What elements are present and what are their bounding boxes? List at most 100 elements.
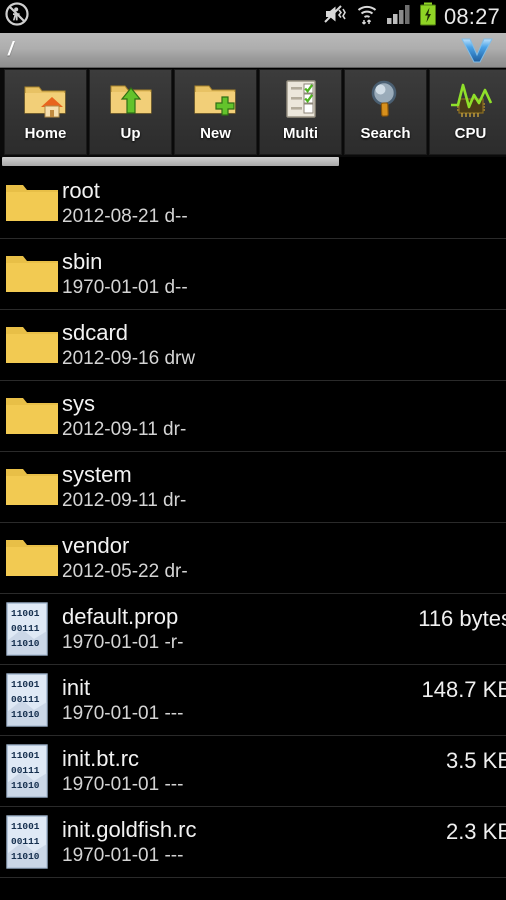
binary-file-icon: 11001 00111 11010	[0, 665, 60, 736]
magnifier-icon	[360, 76, 412, 122]
file-row-text: init 1970-01-01 ---	[60, 674, 421, 726]
file-meta: 2012-09-16 drw	[62, 348, 196, 369]
file-list-row[interactable]: sbin 1970-01-01 d--	[0, 239, 506, 310]
svg-text:11001: 11001	[11, 679, 40, 690]
file-list-row[interactable]: sys 2012-09-11 dr-	[0, 381, 506, 452]
file-name: root	[62, 178, 100, 203]
no-person-prohibited-icon	[4, 1, 30, 32]
file-name: sdcard	[62, 320, 129, 345]
folder-icon	[0, 310, 60, 381]
file-meta: 2012-05-22 dr-	[62, 561, 188, 582]
file-list[interactable]: root 2012-08-21 d-- sbin 1970-01-01 d-- sd…	[0, 168, 506, 900]
file-meta: 2012-09-11 dr-	[62, 419, 187, 440]
file-row-text: sdcard 2012-09-16 drw	[60, 319, 506, 371]
file-name: sys	[62, 391, 95, 416]
folder-plus-icon	[190, 76, 242, 122]
file-size: 3.5 KB	[445, 748, 506, 773]
status-bar-left-icons	[0, 1, 30, 32]
file-name: init.goldfish.rc	[62, 817, 197, 842]
svg-text:11001: 11001	[11, 750, 40, 761]
toolbar-label-search: Search	[360, 125, 411, 142]
svg-text:11010: 11010	[11, 638, 40, 649]
folder-icon	[0, 452, 60, 523]
toolbar-label-new: New	[200, 125, 231, 142]
svg-text:11001: 11001	[11, 821, 40, 832]
file-name: init	[62, 675, 91, 700]
file-name: default.prop	[62, 604, 179, 629]
toolbar-button-new[interactable]: New	[174, 69, 257, 155]
file-name: system	[62, 462, 132, 487]
svg-text:11010: 11010	[11, 851, 40, 862]
file-size: 2.3 KB	[445, 819, 506, 844]
status-bar-clock: 08:27	[443, 3, 500, 29]
wifi-icon	[355, 2, 379, 31]
file-meta: 1970-01-01 -r-	[62, 632, 184, 653]
signal-bars-icon	[386, 3, 412, 30]
file-name: sbin	[62, 249, 103, 274]
toolbar-button-multi[interactable]: Multi	[259, 69, 342, 155]
file-row-text: sbin 1970-01-01 d--	[60, 248, 506, 300]
file-list-row[interactable]: root 2012-08-21 d--	[0, 168, 506, 239]
v-logo-icon[interactable]	[460, 36, 506, 64]
folder-icon	[0, 381, 60, 452]
svg-text:00111: 00111	[11, 836, 40, 847]
toolbar-button-cpu[interactable]: CPU	[429, 69, 506, 155]
file-meta: 2012-08-21 d--	[62, 206, 188, 227]
toolbar-button-search[interactable]: Search	[344, 69, 427, 155]
svg-text:11001: 11001	[11, 608, 40, 619]
file-size: 116 bytes	[418, 606, 506, 631]
svg-text:00111: 00111	[11, 694, 40, 705]
file-list-row[interactable]: 11001 00111 11010 init.goldfish.rc 1970-0…	[0, 807, 506, 878]
file-name: vendor	[62, 533, 130, 558]
folder-up-arrow-icon	[105, 76, 157, 122]
status-bar: 08:27	[0, 0, 506, 33]
binary-file-icon: 11001 00111 11010	[0, 594, 60, 665]
current-path-label: /	[8, 39, 14, 60]
folder-icon	[0, 168, 60, 239]
toolbar-button-up[interactable]: Up	[89, 69, 172, 155]
folder-home-icon	[20, 76, 72, 122]
file-row-text: vendor 2012-05-22 dr-	[60, 532, 506, 584]
file-meta: 1970-01-01 d--	[62, 277, 188, 298]
binary-file-icon: 11001 00111 11010	[0, 807, 60, 878]
file-manager-app: 08:27 / Home Up New Multi Search CPU roo…	[0, 0, 506, 900]
toolbar: Home Up New Multi Search CPU	[0, 69, 506, 157]
file-row-text: system 2012-09-11 dr-	[60, 461, 506, 513]
file-list-row[interactable]: 11001 00111 11010 init 1970-01-01 --- 148.…	[0, 665, 506, 736]
horizontal-scrollbar[interactable]	[0, 157, 506, 167]
file-size: 148.7 KB	[421, 677, 506, 702]
file-row-text: init.bt.rc 1970-01-01 ---	[60, 745, 446, 797]
file-row-text: sys 2012-09-11 dr-	[60, 390, 506, 442]
toolbar-label-cpu: CPU	[454, 125, 487, 142]
file-row-text: root 2012-08-21 d--	[60, 177, 506, 229]
checklist-icon	[275, 76, 327, 122]
battery-charging-icon	[419, 2, 437, 31]
file-list-row[interactable]: sdcard 2012-09-16 drw	[0, 310, 506, 381]
file-row-text: default.prop 1970-01-01 -r-	[60, 603, 418, 655]
file-row-text: init.goldfish.rc 1970-01-01 ---	[60, 816, 446, 868]
toolbar-label-multi: Multi	[283, 125, 318, 142]
svg-text:00111: 00111	[11, 623, 40, 634]
status-bar-right-icons: 08:27	[322, 2, 506, 31]
binary-file-icon: 11001 00111 11010	[0, 736, 60, 807]
mute-vibrate-icon	[322, 3, 348, 30]
toolbar-label-up: Up	[120, 125, 141, 142]
file-list-row[interactable]: 11001 00111 11010 init.bt.rc 1970-01-01 -…	[0, 736, 506, 807]
horizontal-scrollbar-thumb[interactable]	[2, 157, 339, 166]
file-meta: 2012-09-11 dr-	[62, 490, 187, 511]
file-meta: 1970-01-01 ---	[62, 774, 184, 795]
file-list-row[interactable]: vendor 2012-05-22 dr-	[0, 523, 506, 594]
toolbar-label-home: Home	[24, 125, 67, 142]
folder-icon	[0, 239, 60, 310]
file-name: init.bt.rc	[62, 746, 140, 771]
file-meta: 1970-01-01 ---	[62, 703, 184, 724]
svg-text:00111: 00111	[11, 765, 40, 776]
file-list-row[interactable]: 11001 00111 11010 default.prop 1970-01-01…	[0, 594, 506, 665]
cpu-graph-icon	[445, 76, 497, 122]
svg-text:11010: 11010	[11, 780, 40, 791]
toolbar-button-home[interactable]: Home	[4, 69, 87, 155]
file-list-row[interactable]: system 2012-09-11 dr-	[0, 452, 506, 523]
svg-text:11010: 11010	[11, 709, 40, 720]
folder-icon	[0, 523, 60, 594]
file-meta: 1970-01-01 ---	[62, 845, 184, 866]
